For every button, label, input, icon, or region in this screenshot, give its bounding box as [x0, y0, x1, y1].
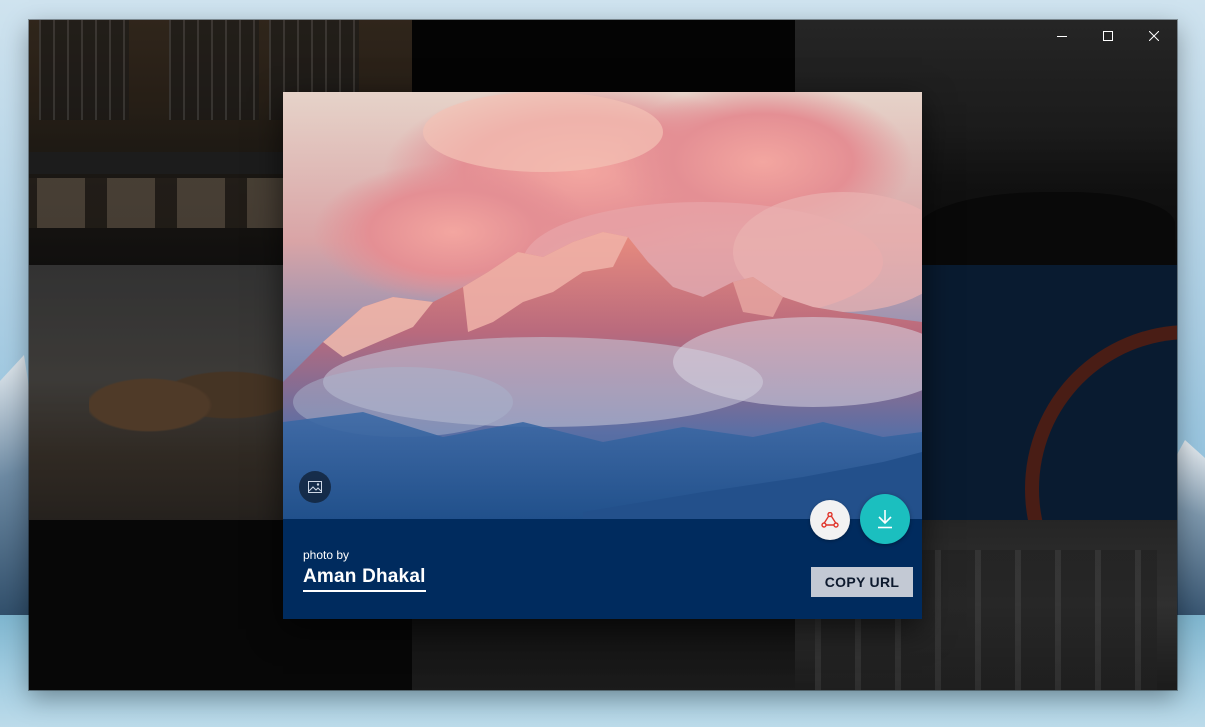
download-button[interactable] — [860, 494, 910, 544]
image-icon — [308, 481, 322, 493]
close-button[interactable] — [1131, 20, 1177, 52]
photo-credit-label: photo by — [303, 548, 350, 562]
minimize-icon — [1057, 36, 1067, 37]
mountain-photo — [283, 92, 922, 519]
download-arrow-icon — [878, 510, 892, 529]
minimize-button[interactable] — [1039, 20, 1085, 52]
title-bar-buttons — [1039, 20, 1177, 52]
maximize-icon — [1103, 31, 1113, 41]
share-icon — [821, 512, 839, 528]
maximize-button[interactable] — [1085, 20, 1131, 52]
photographer-link[interactable]: Aman Dhakal — [303, 566, 426, 592]
photo-image — [283, 92, 922, 519]
copy-url-button[interactable]: COPY URL — [811, 567, 913, 597]
close-icon — [1149, 31, 1159, 41]
image-info-button[interactable] — [299, 471, 331, 503]
share-button[interactable] — [810, 500, 850, 540]
photo-detail-dialog: photo by Aman Dhakal COPY URL — [283, 92, 922, 619]
